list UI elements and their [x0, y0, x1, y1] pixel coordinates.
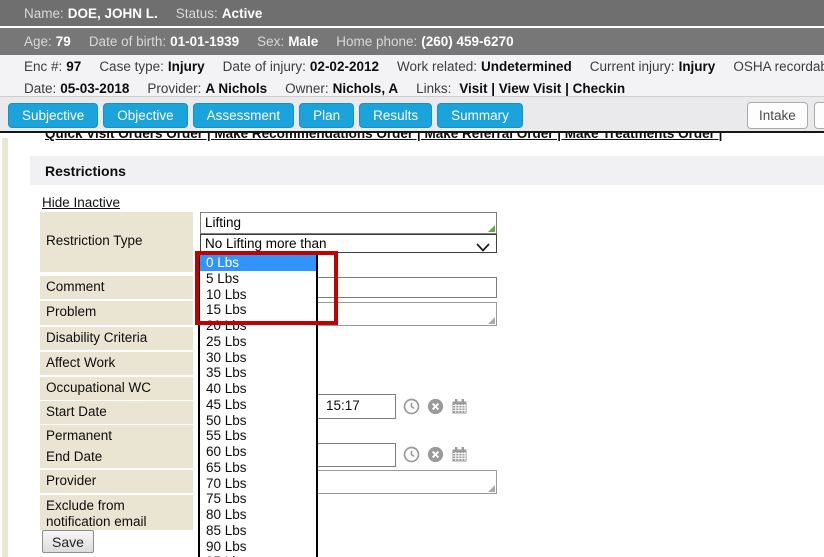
resize-grip-icon[interactable]: [488, 317, 495, 324]
left-accent-strip: [2, 138, 8, 557]
order-link[interactable]: Make Referral Order: [424, 133, 564, 141]
visit-links: VisitView VisitCheckin: [459, 81, 625, 96]
encounter-field: Enc #:97: [24, 57, 81, 77]
visit-link[interactable]: Checkin: [561, 81, 625, 96]
form-field-label: Affect Work: [40, 352, 193, 375]
encounter-info-area: Enc #:97 Case type:Injury Date of injury:0…: [0, 55, 824, 97]
restriction-category-value: Lifting: [205, 215, 241, 230]
calendar-icon[interactable]: [451, 446, 468, 463]
visit-link[interactable]: View Visit: [487, 81, 561, 96]
encounter-fields: Date:05-03-2018 Provider:A Nichols Owner:N…: [24, 79, 398, 99]
banner-field: Date of birth:01-01-1939: [89, 34, 239, 49]
encounter-field: Provider:A Nichols: [147, 79, 267, 99]
form-field-label: Occupational WC: [40, 377, 193, 400]
orders-links: Quick Visit Orders OrderMake Recommendat…: [45, 133, 815, 141]
clock-icon[interactable]: [403, 398, 420, 415]
form-field-label: Disability Criteria: [40, 327, 193, 350]
banner-field: Home phone:(260) 459-6270: [336, 34, 513, 49]
order-link[interactable]: Quick Visit Orders Order: [45, 133, 214, 141]
dropdown-option[interactable]: 60 Lbs: [200, 444, 316, 460]
form-field-label: Exclude from notification email: [40, 495, 193, 530]
restriction-type-selected-value: No Lifting more than: [205, 236, 327, 251]
clock-icon[interactable]: [403, 446, 420, 463]
note-tab-bar: SubjectiveObjectiveAssessmentPlanResults…: [0, 97, 824, 133]
calendar-icon[interactable]: [451, 398, 468, 415]
banner-field: Name:DOE, JOHN L.: [24, 6, 158, 21]
patient-banner-row2: Age:79 Date of birth:01-01-1939 Sex:Male Ho…: [0, 28, 824, 55]
clear-date-icon[interactable]: [427, 398, 444, 415]
dropdown-option[interactable]: 35 Lbs: [200, 365, 316, 381]
end-date-icons: [403, 446, 468, 463]
orders-links-row: Quick Visit Orders OrderMake Recommendat…: [45, 133, 815, 144]
patient-banner-row1: Name:DOE, JOHN L. Status:Active: [0, 0, 824, 27]
form-field-label: Restriction Type: [40, 212, 193, 272]
dropdown-option[interactable]: 40 Lbs: [200, 381, 316, 397]
dropdown-option[interactable]: 65 Lbs: [200, 460, 316, 476]
form-field-label: Problem: [40, 301, 193, 325]
encounter-info-row1: Enc #:97 Case type:Injury Date of injury:0…: [0, 57, 824, 77]
encounter-info-row2: Date:05-03-2018 Provider:A Nichols Owner:N…: [0, 79, 824, 99]
encounter-field: Current injury:Injury: [590, 57, 716, 77]
form-field-label: End Date: [40, 446, 193, 468]
annotation-red-rectangle: [195, 251, 338, 325]
right-buttons: Intake Nur: [747, 102, 824, 129]
visit-link[interactable]: Visit: [459, 81, 487, 96]
start-date-icons: [403, 398, 468, 415]
order-link[interactable]: Make Treatments Order: [565, 133, 723, 141]
dropdown-option[interactable]: 70 Lbs: [200, 476, 316, 492]
dropdown-option[interactable]: 45 Lbs: [200, 397, 316, 413]
encounter-field: Date:05-03-2018: [24, 79, 129, 99]
flow-button[interactable]: Nur: [814, 102, 824, 129]
restrictions-section-header: Restrictions: [30, 156, 824, 185]
dropdown-option[interactable]: 50 Lbs: [200, 413, 316, 429]
note-tab[interactable]: Objective: [103, 103, 187, 128]
hide-inactive-link[interactable]: Hide Inactive: [42, 195, 120, 210]
form-field-label: Provider: [40, 470, 193, 493]
form-field-label: Start Date: [40, 401, 193, 424]
dropdown-option[interactable]: 80 Lbs: [200, 507, 316, 523]
note-tab[interactable]: Results: [359, 103, 432, 128]
dropdown-option[interactable]: 90 Lbs: [200, 539, 316, 555]
resize-grip-icon[interactable]: [488, 225, 495, 232]
encounter-field: Case type:Injury: [99, 57, 204, 77]
restriction-category-textarea[interactable]: Lifting: [200, 212, 497, 234]
resize-grip-icon[interactable]: [488, 485, 495, 492]
links-label: Links:: [416, 81, 451, 96]
section-title: Restrictions: [45, 163, 126, 179]
dropdown-option[interactable]: 30 Lbs: [200, 350, 316, 366]
encounter-field: Owner:Nichols, A: [285, 79, 398, 99]
banner-field: Status:Active: [176, 6, 263, 21]
dropdown-option[interactable]: 25 Lbs: [200, 334, 316, 350]
chevron-down-icon: [476, 240, 490, 255]
start-date-value: 15:17: [326, 398, 360, 413]
note-tab[interactable]: Summary: [437, 103, 523, 128]
save-button[interactable]: Save: [42, 530, 94, 553]
form-field-label: Permanent: [40, 425, 193, 447]
banner-field: Sex:Male: [257, 34, 318, 49]
form-field-label: Comment: [40, 276, 193, 299]
note-tab[interactable]: Assessment: [193, 103, 295, 128]
encounter-field: OSHA recordable:No: [733, 57, 824, 77]
encounter-field: Date of injury:02-02-2012: [223, 57, 379, 77]
flow-button[interactable]: Intake: [747, 102, 808, 129]
note-tab[interactable]: Plan: [299, 103, 354, 128]
encounter-field: Work related:Undetermined: [397, 57, 572, 77]
order-link[interactable]: Make Recommendations Order: [214, 133, 424, 141]
note-tabs: SubjectiveObjectiveAssessmentPlanResults…: [8, 103, 523, 128]
links-group: Links: VisitView VisitCheckin: [416, 79, 625, 99]
dropdown-option[interactable]: 85 Lbs: [200, 523, 316, 539]
dropdown-option[interactable]: 55 Lbs: [200, 428, 316, 444]
clear-date-icon[interactable]: [427, 446, 444, 463]
banner-field: Age:79: [24, 34, 71, 49]
note-tab[interactable]: Subjective: [8, 103, 98, 128]
dropdown-option[interactable]: 75 Lbs: [200, 491, 316, 507]
ehr-restrictions-screen: Name:DOE, JOHN L. Status:Active Age:79 Dat…: [0, 0, 824, 557]
